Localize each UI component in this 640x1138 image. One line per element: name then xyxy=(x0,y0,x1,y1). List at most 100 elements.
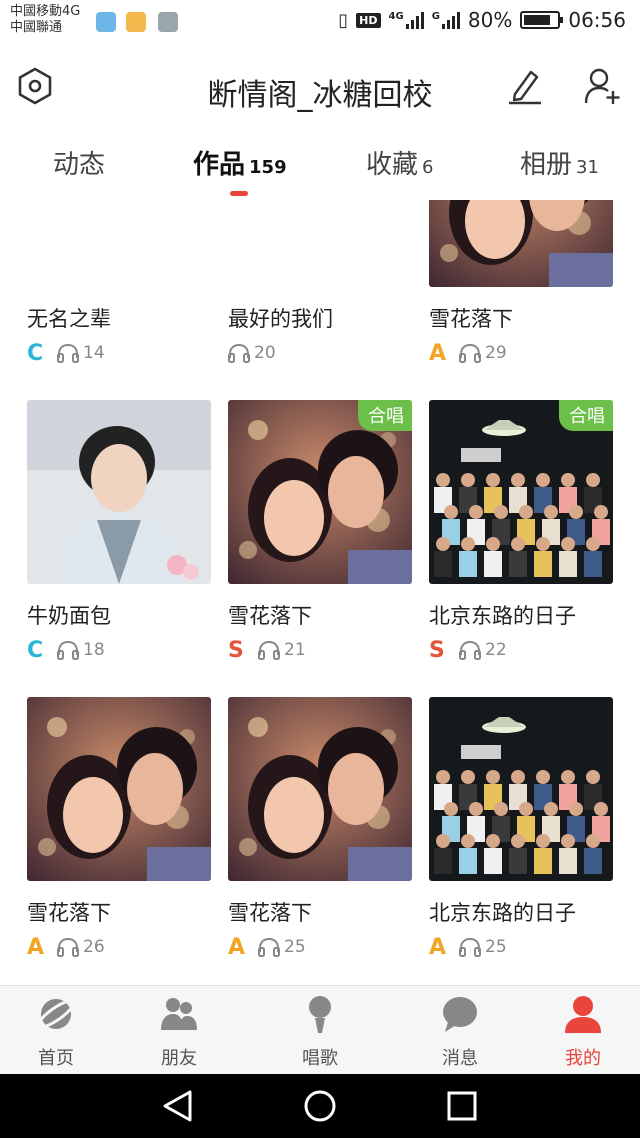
status-bar: 中國移動4G 中國聯通 ▯ HD 4G G 80% 06:56 xyxy=(0,0,640,42)
grade-badge: S xyxy=(429,637,445,663)
recents-icon[interactable] xyxy=(444,1088,480,1124)
work-title[interactable]: 雪花落下 xyxy=(429,303,513,333)
gallery-notification-icon xyxy=(158,12,178,32)
work-meta: S 21 xyxy=(228,637,306,663)
bottom-navigation: 首页 朋友 唱歌 消息 我的 xyxy=(0,985,640,1074)
nav-friends[interactable]: 朋友 xyxy=(129,986,229,1075)
work-cover-image[interactable] xyxy=(27,200,211,287)
work-meta: C 18 xyxy=(27,637,105,663)
work-title[interactable]: 北京东路的日子 xyxy=(429,600,576,630)
headphones-icon xyxy=(258,640,280,660)
chat-bubble-icon xyxy=(443,997,477,1032)
home-icon[interactable] xyxy=(302,1088,338,1124)
work-cover-image[interactable] xyxy=(27,400,211,584)
person-icon xyxy=(565,996,601,1033)
work-meta: 20 xyxy=(228,341,276,365)
carrier-1: 中國移動4G xyxy=(10,4,81,19)
play-count: 29 xyxy=(485,343,507,363)
work-title[interactable]: 雪花落下 xyxy=(228,600,312,630)
signal-bars-icon xyxy=(405,11,424,29)
work-cover-image[interactable] xyxy=(429,200,613,287)
work-title[interactable]: 北京东路的日子 xyxy=(429,897,576,927)
grade-badge: A xyxy=(27,934,45,960)
microphone-icon xyxy=(309,996,331,1033)
work-meta: A 29 xyxy=(429,340,507,366)
work-card[interactable]: 雪花落下 A 29 xyxy=(429,200,613,366)
chorus-badge: 合唱 xyxy=(559,400,613,431)
work-cover-image[interactable]: 合唱 xyxy=(429,400,613,584)
carrier-info: 中國移動4G 中國聯通 xyxy=(10,4,80,36)
tab-indicator xyxy=(230,191,248,196)
headphones-icon xyxy=(258,937,280,957)
planet-icon xyxy=(36,999,76,1029)
headphones-icon xyxy=(459,640,481,660)
app-notification-icon xyxy=(96,12,116,32)
work-cover-image[interactable] xyxy=(228,697,412,881)
work-meta: S 22 xyxy=(429,637,507,663)
work-card[interactable]: 无名之辈 C 14 xyxy=(27,200,211,366)
grade-badge: A xyxy=(228,934,246,960)
play-count: 25 xyxy=(485,937,507,957)
work-card[interactable]: 合唱北京东路的日子 S 22 xyxy=(429,400,613,663)
back-icon[interactable] xyxy=(160,1088,196,1124)
tab-works[interactable]: 作品 159 xyxy=(193,144,287,181)
vibrate-icon: ▯ xyxy=(338,9,349,31)
work-card[interactable]: 最好的我们 20 xyxy=(228,200,412,363)
work-card[interactable]: 牛奶面包 C 18 xyxy=(27,400,211,663)
work-cover-image[interactable] xyxy=(27,697,211,881)
works-grid: 无名之辈 C 14 最好的我们 20 雪花落下 A 29 牛奶面包 C 18 合… xyxy=(0,200,640,985)
carrier-2: 中國聯通 xyxy=(10,20,63,35)
work-card[interactable]: 合唱雪花落下 S 21 xyxy=(228,400,412,663)
signal-1: 4G xyxy=(389,11,424,29)
grade-badge: A xyxy=(429,340,447,366)
work-card[interactable]: 雪花落下 A 26 xyxy=(27,697,211,960)
friends-icon xyxy=(161,998,197,1030)
work-cover-image[interactable] xyxy=(429,697,613,881)
work-card[interactable]: 北京东路的日子 A 25 xyxy=(429,697,613,960)
work-meta: A 25 xyxy=(429,934,507,960)
work-title[interactable]: 雪花落下 xyxy=(27,897,111,927)
grade-badge: C xyxy=(27,637,44,663)
work-card[interactable]: 雪花落下 A 25 xyxy=(228,697,412,960)
work-cover-image[interactable] xyxy=(228,200,412,287)
grade-badge: A xyxy=(429,934,447,960)
signal-2: G xyxy=(432,11,460,29)
play-count: 22 xyxy=(485,640,507,660)
grade-badge: C xyxy=(27,340,44,366)
work-title[interactable]: 无名之辈 xyxy=(27,303,111,333)
nav-me[interactable]: 我的 xyxy=(533,986,633,1075)
nav-messages[interactable]: 消息 xyxy=(410,986,510,1075)
status-icons: ▯ HD 4G G 80% 06:56 xyxy=(338,8,626,32)
signal-bars-icon xyxy=(441,11,460,29)
work-meta: A 26 xyxy=(27,934,105,960)
play-count: 21 xyxy=(284,640,306,660)
play-count: 20 xyxy=(254,343,276,363)
hd-icon: HD xyxy=(356,12,381,28)
work-title[interactable]: 雪花落下 xyxy=(228,897,312,927)
headphones-icon xyxy=(57,937,79,957)
chorus-badge: 合唱 xyxy=(358,400,412,431)
pencil-icon[interactable] xyxy=(505,66,545,106)
nav-sing[interactable]: 唱歌 xyxy=(270,986,370,1075)
play-count: 14 xyxy=(83,343,105,363)
headphones-icon xyxy=(57,640,79,660)
headphones-icon xyxy=(57,343,79,363)
tab-albums[interactable]: 相册 31 xyxy=(520,144,599,181)
work-cover-image[interactable]: 合唱 xyxy=(228,400,412,584)
tab-activity[interactable]: 动态 xyxy=(53,144,109,181)
play-count: 18 xyxy=(83,640,105,660)
work-title[interactable]: 牛奶面包 xyxy=(27,600,111,630)
battery-percent: 80% xyxy=(467,8,513,32)
headphones-icon xyxy=(228,343,250,363)
profile-tabs: 动态 作品 159 收藏 6 相册 31 xyxy=(0,134,640,200)
work-meta: C 14 xyxy=(27,340,105,366)
tab-favorites[interactable]: 收藏 6 xyxy=(366,144,433,181)
headphones-icon xyxy=(459,937,481,957)
nav-home[interactable]: 首页 xyxy=(6,986,106,1075)
play-count: 25 xyxy=(284,937,306,957)
system-navigation-bar xyxy=(0,1074,640,1138)
add-user-icon[interactable] xyxy=(583,66,623,106)
work-title[interactable]: 最好的我们 xyxy=(228,303,333,333)
grade-badge: S xyxy=(228,637,244,663)
play-count: 26 xyxy=(83,937,105,957)
